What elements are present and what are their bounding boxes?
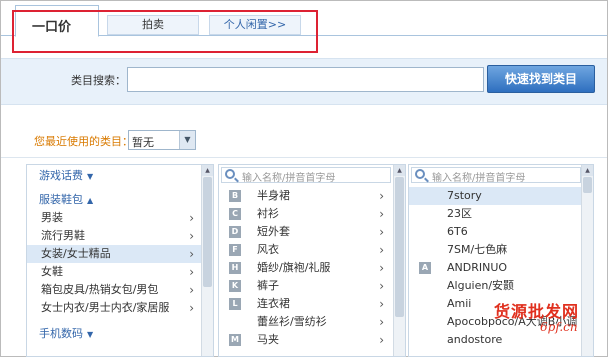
letter-badge: F: [229, 244, 241, 256]
scroll-up-icon[interactable]: ▲: [582, 165, 593, 176]
watermark-url: 6pf.cn: [540, 320, 578, 334]
category-search-band: 类目搜索： 快速找到类目: [1, 58, 607, 105]
letter-badge: M: [229, 334, 241, 346]
chevron-right-icon: ›: [379, 207, 384, 221]
scroll-thumb[interactable]: [203, 177, 212, 287]
chevron-right-icon: ›: [379, 333, 384, 347]
category-search-input[interactable]: [127, 67, 484, 92]
highlight-box: [12, 10, 318, 53]
caret-down-icon: ▼: [87, 330, 94, 339]
chevron-right-icon: ›: [189, 247, 194, 261]
subcategory-row[interactable]: 蕾丝衫/雪纺衫 ›: [219, 313, 394, 331]
category-panel-level1: 游戏话费 ▼ 服装鞋包 ▲ 男装 › 流行男鞋 › 女装/女士精品 › 女鞋 › 箱包皮具/…: [26, 164, 214, 357]
letter-badge: H: [229, 262, 241, 274]
subcategory-row[interactable]: H 婚纱/旗袍/礼服 ›: [219, 259, 394, 277]
letter-badge: K: [229, 280, 241, 292]
subcategory-row[interactable]: F 风衣 ›: [219, 241, 394, 259]
chevron-down-icon[interactable]: ▼: [179, 131, 195, 149]
filter-placeholder: 输入名称/拼音首字母: [242, 173, 336, 184]
search-icon: [225, 169, 235, 179]
letter-badge: D: [229, 226, 241, 238]
subcategory-row[interactable]: M 马夹 ›: [219, 331, 394, 349]
filter-input[interactable]: 输入名称/拼音首字母: [221, 167, 391, 184]
quick-find-button[interactable]: 快速找到类目: [487, 65, 595, 93]
scrollbar[interactable]: ▲: [393, 165, 405, 356]
category-item-selected[interactable]: 女装/女士精品 ›: [27, 245, 202, 263]
search-label: 类目搜索：: [71, 74, 126, 87]
brand-row[interactable]: 23区: [409, 205, 584, 223]
letter-badge: A: [419, 262, 431, 274]
subcategory-row[interactable]: L 连衣裙 ›: [219, 295, 394, 313]
chevron-right-icon: ›: [189, 265, 194, 279]
chevron-right-icon: ›: [189, 211, 194, 225]
divider: [1, 157, 607, 158]
scrollbar[interactable]: ▲: [201, 165, 213, 356]
chevron-right-icon: ›: [379, 243, 384, 257]
recent-categories-select[interactable]: 暂无 ▼: [128, 130, 196, 150]
brand-row-selected[interactable]: 7story: [409, 187, 584, 205]
chevron-right-icon: ›: [379, 261, 384, 275]
watermark-text: 货源批发网: [494, 302, 580, 321]
chevron-right-icon: ›: [189, 301, 194, 315]
subcategory-row[interactable]: K 裤子 ›: [219, 277, 394, 295]
category-item[interactable]: 女士内衣/男士内衣/家居服 ›: [27, 299, 202, 317]
caret-down-icon: ▼: [87, 172, 94, 181]
scroll-thumb[interactable]: [395, 177, 404, 317]
scroll-up-icon[interactable]: ▲: [202, 165, 213, 176]
chevron-right-icon: ›: [189, 283, 194, 297]
scroll-thumb[interactable]: [583, 177, 592, 193]
chevron-right-icon: ›: [189, 229, 194, 243]
filter-input[interactable]: 输入名称/拼音首字母: [411, 167, 581, 184]
caret-up-icon: ▲: [87, 196, 94, 205]
chevron-right-icon: ›: [379, 315, 384, 329]
brand-row[interactable]: 6T6: [409, 223, 584, 241]
subcategory-row[interactable]: D 短外套 ›: [219, 223, 394, 241]
chevron-right-icon: ›: [379, 189, 384, 203]
letter-badge: L: [229, 298, 241, 310]
brand-row[interactable]: A ANDRINUO: [409, 259, 584, 277]
recent-categories-label: 您最近使用的类目：: [34, 135, 133, 148]
filter-placeholder: 输入名称/拼音首字母: [432, 173, 526, 184]
subcategory-row[interactable]: B 半身裙 ›: [219, 187, 394, 205]
brand-row[interactable]: Alguien/安颢: [409, 277, 584, 295]
category-panel-level2: 输入名称/拼音首字母 B 半身裙 › C 衬衫 › D 短外套 › F 风衣 › H 婚纱/旗袍/…: [218, 164, 406, 357]
category-item[interactable]: 流行男鞋 ›: [27, 227, 202, 245]
subcategory-row[interactable]: C 衬衫 ›: [219, 205, 394, 223]
letter-badge: B: [229, 190, 241, 202]
category-item[interactable]: 男装 ›: [27, 209, 202, 227]
chevron-right-icon: ›: [379, 225, 384, 239]
category-item[interactable]: 女鞋 ›: [27, 263, 202, 281]
chevron-right-icon: ›: [379, 279, 384, 293]
category-item[interactable]: 箱包皮具/热销女包/男包 ›: [27, 281, 202, 299]
chevron-right-icon: ›: [379, 297, 384, 311]
brand-row[interactable]: 7SM/七色麻: [409, 241, 584, 259]
group-games[interactable]: 游戏话费 ▼: [27, 167, 93, 185]
group-digital[interactable]: 手机数码 ▼: [27, 325, 93, 343]
scroll-up-icon[interactable]: ▲: [394, 165, 405, 176]
search-icon: [415, 169, 425, 179]
group-apparel[interactable]: 服装鞋包 ▲: [27, 191, 93, 209]
letter-badge: C: [229, 208, 241, 220]
recent-select-value: 暂无: [132, 136, 154, 149]
scrollbar[interactable]: ▲: [581, 165, 593, 356]
